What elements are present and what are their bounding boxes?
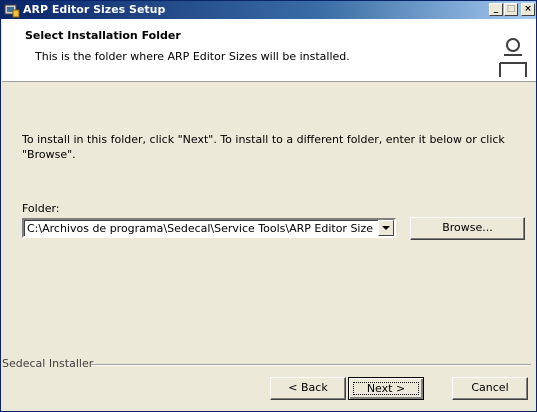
close-button[interactable]: ×	[521, 3, 535, 16]
dropdown-button[interactable]	[378, 220, 394, 236]
title-bar[interactable]: ARP Editor Sizes Setup _ □ ×	[1, 1, 536, 19]
footer-separator	[91, 364, 531, 366]
minimize-button[interactable]: _	[489, 3, 503, 16]
browse-button[interactable]: Browse...	[410, 217, 525, 240]
installer-app-icon	[4, 4, 20, 18]
instructions-text: To install in this folder, click "Next".…	[22, 133, 505, 161]
maximize-button[interactable]: □	[504, 3, 518, 16]
installer-label: Sedecal Installer	[2, 357, 94, 370]
page-subtitle: This is the folder where ARP Editor Size…	[35, 50, 350, 63]
folder-path-input[interactable]: C:\Archivos de programa\Sedecal\Service …	[27, 222, 373, 235]
next-button[interactable]: Next >	[348, 377, 424, 400]
maximize-icon: □	[506, 4, 516, 14]
folder-label: Folder:	[22, 202, 60, 215]
close-icon: ×	[524, 4, 532, 14]
header-banner: Select Installation Folder This is the f…	[2, 19, 536, 82]
setup-window: ARP Editor Sizes Setup _ □ × Select Inst…	[0, 0, 537, 412]
folder-combobox[interactable]: C:\Archivos de programa\Sedecal\Service …	[22, 218, 396, 238]
computer-user-icon	[499, 38, 527, 77]
next-button-label: Next >	[353, 382, 419, 395]
minimize-icon: _	[493, 4, 499, 14]
window-title: ARP Editor Sizes Setup	[23, 3, 166, 16]
cancel-button[interactable]: Cancel	[452, 377, 528, 400]
page-title: Select Installation Folder	[25, 29, 181, 42]
back-button[interactable]: < Back	[270, 377, 346, 400]
chevron-down-icon	[382, 226, 390, 230]
